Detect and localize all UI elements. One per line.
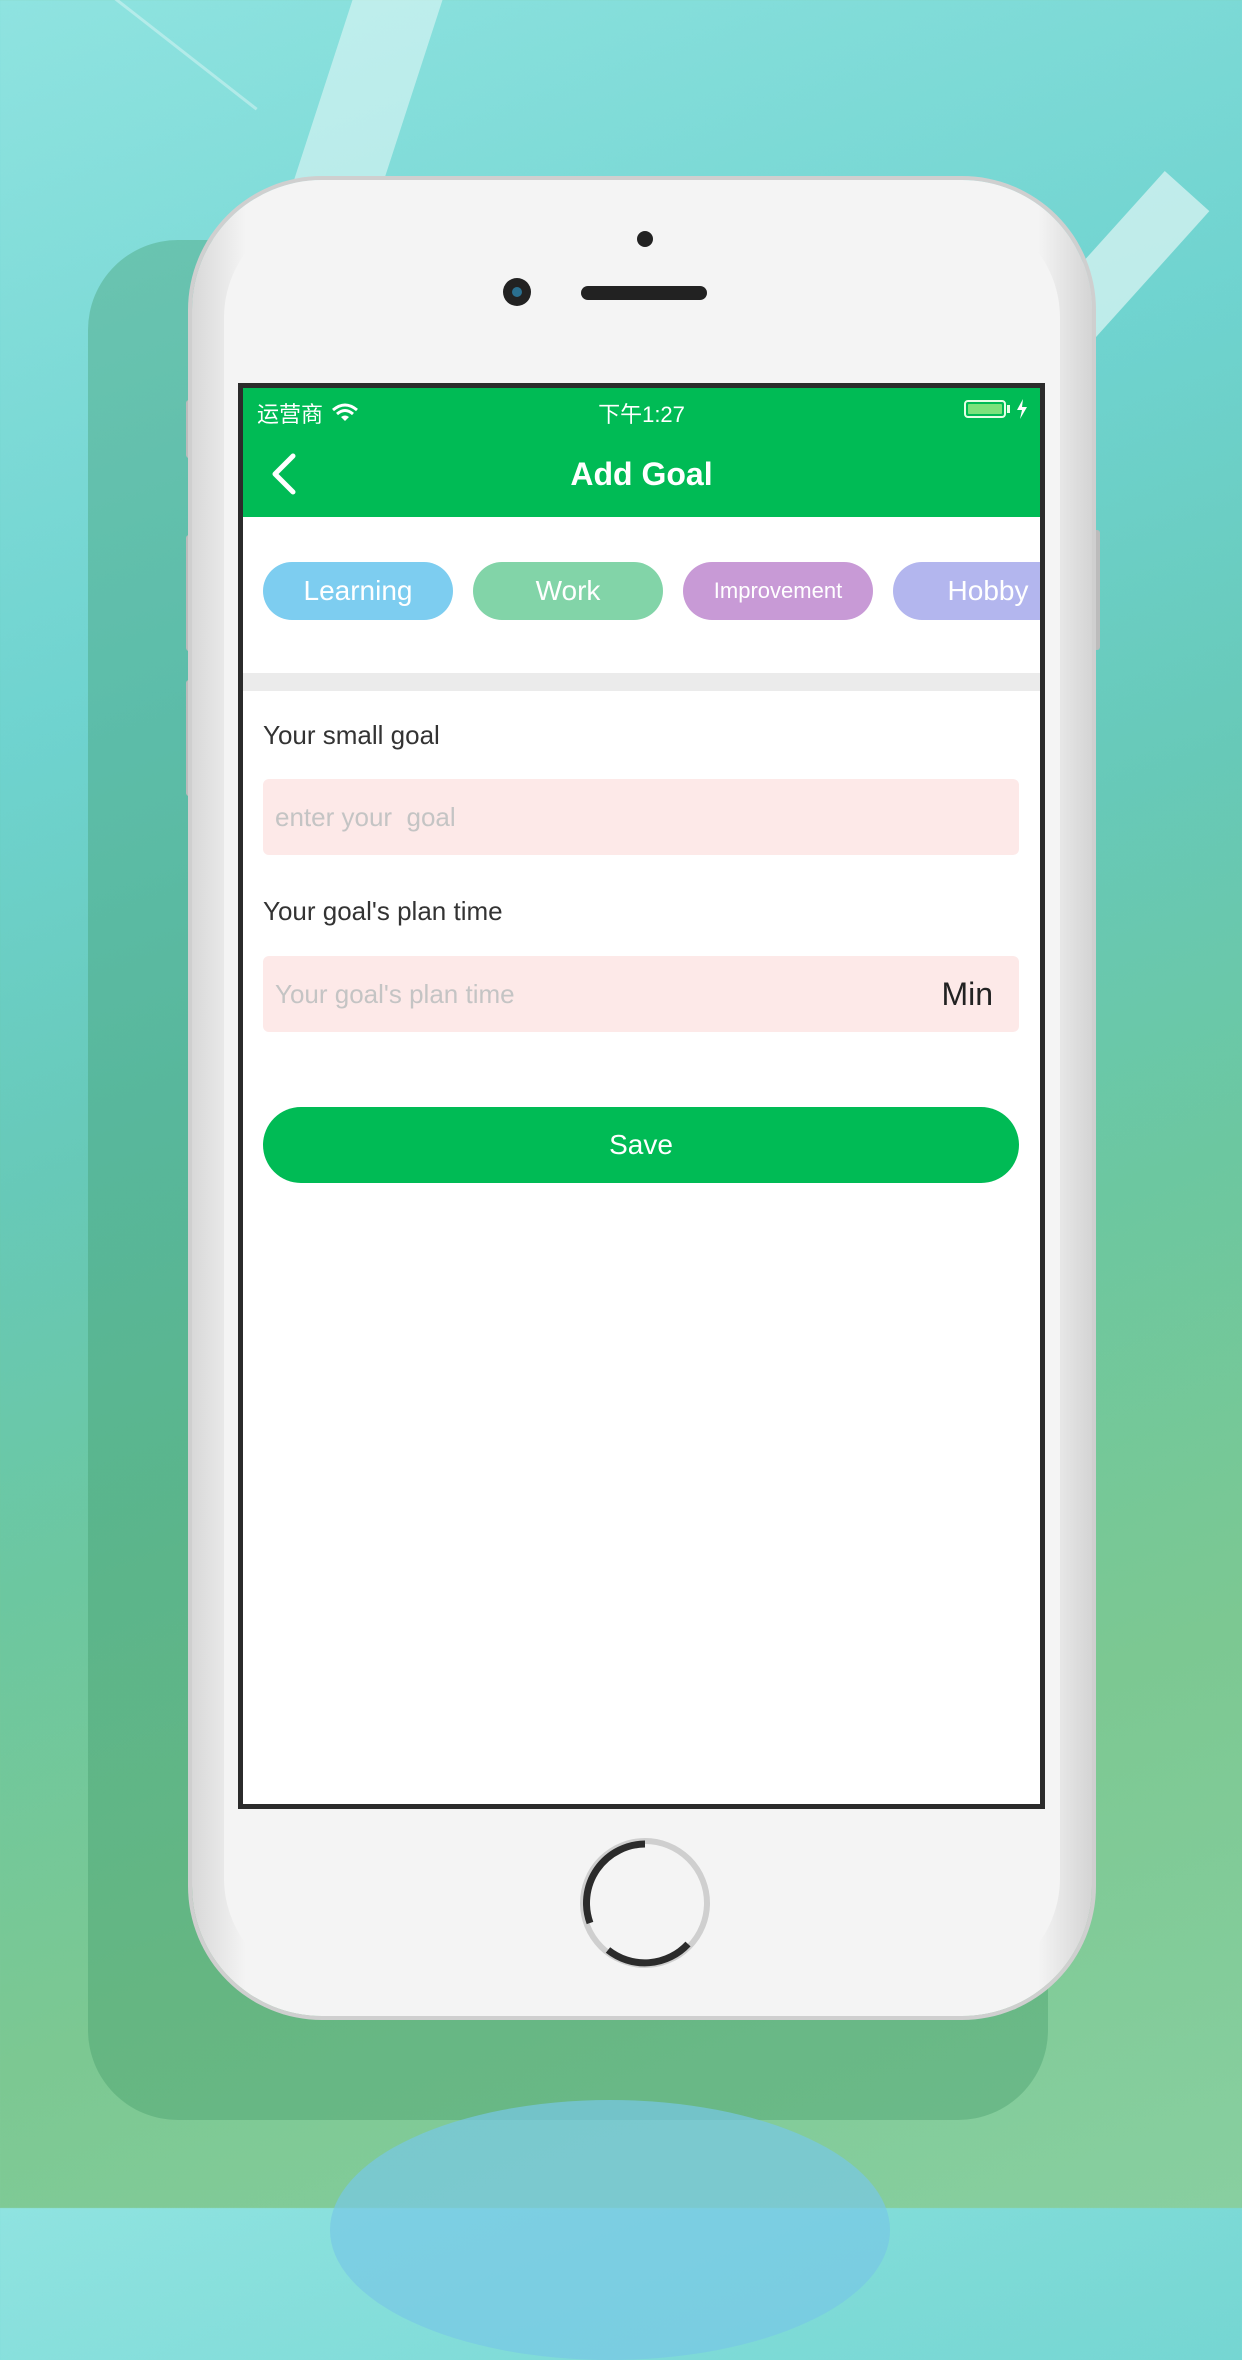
category-chips: Learning Work Improvement Hobby <box>263 562 1040 620</box>
plan-time-label: Your goal's plan time <box>263 896 503 926</box>
navigation-bar: Add Goal <box>243 432 1040 517</box>
power-button <box>1092 530 1100 650</box>
front-camera <box>503 278 531 306</box>
category-chip-work[interactable]: Work <box>473 562 663 620</box>
app-screen: 运营商 下午1:27 Add Goal Learning Work Improv… <box>238 383 1045 1809</box>
status-time: 下午1:27 <box>598 402 685 427</box>
background-streak <box>82 0 258 111</box>
goal-input[interactable] <box>273 800 1019 834</box>
category-chip-label: Hobby <box>947 575 1029 606</box>
plan-time-input[interactable] <box>273 977 1019 1011</box>
proximity-sensor <box>637 231 653 247</box>
battery-icon <box>964 399 1028 419</box>
save-button[interactable]: Save <box>263 1107 1019 1183</box>
goal-label: Your small goal <box>263 720 440 750</box>
category-chip-label: Improvement <box>713 578 843 603</box>
background-blob <box>330 2100 890 2360</box>
category-chip-label: Work <box>535 575 601 606</box>
battery-tip <box>1007 405 1010 413</box>
category-chip-learning[interactable]: Learning <box>263 562 453 620</box>
plan-time-field[interactable]: Min <box>263 956 1019 1032</box>
status-bar: 运营商 下午1:27 <box>243 388 1040 432</box>
category-chip-hobby[interactable]: Hobby <box>893 562 1040 620</box>
charging-bolt-icon <box>1017 399 1027 419</box>
battery-level <box>968 404 1002 414</box>
battery-body <box>964 400 1006 418</box>
home-button-ring-icon <box>583 1840 691 1967</box>
category-chip-label: Learning <box>303 575 413 606</box>
background-streak <box>287 0 443 200</box>
goal-field[interactable] <box>263 779 1019 855</box>
time-unit-label: Min <box>941 975 993 1012</box>
category-chip-improvement[interactable]: Improvement <box>683 562 873 620</box>
earpiece-speaker <box>581 286 707 300</box>
page-title: Add Goal <box>570 456 713 492</box>
section-divider <box>243 673 1040 691</box>
